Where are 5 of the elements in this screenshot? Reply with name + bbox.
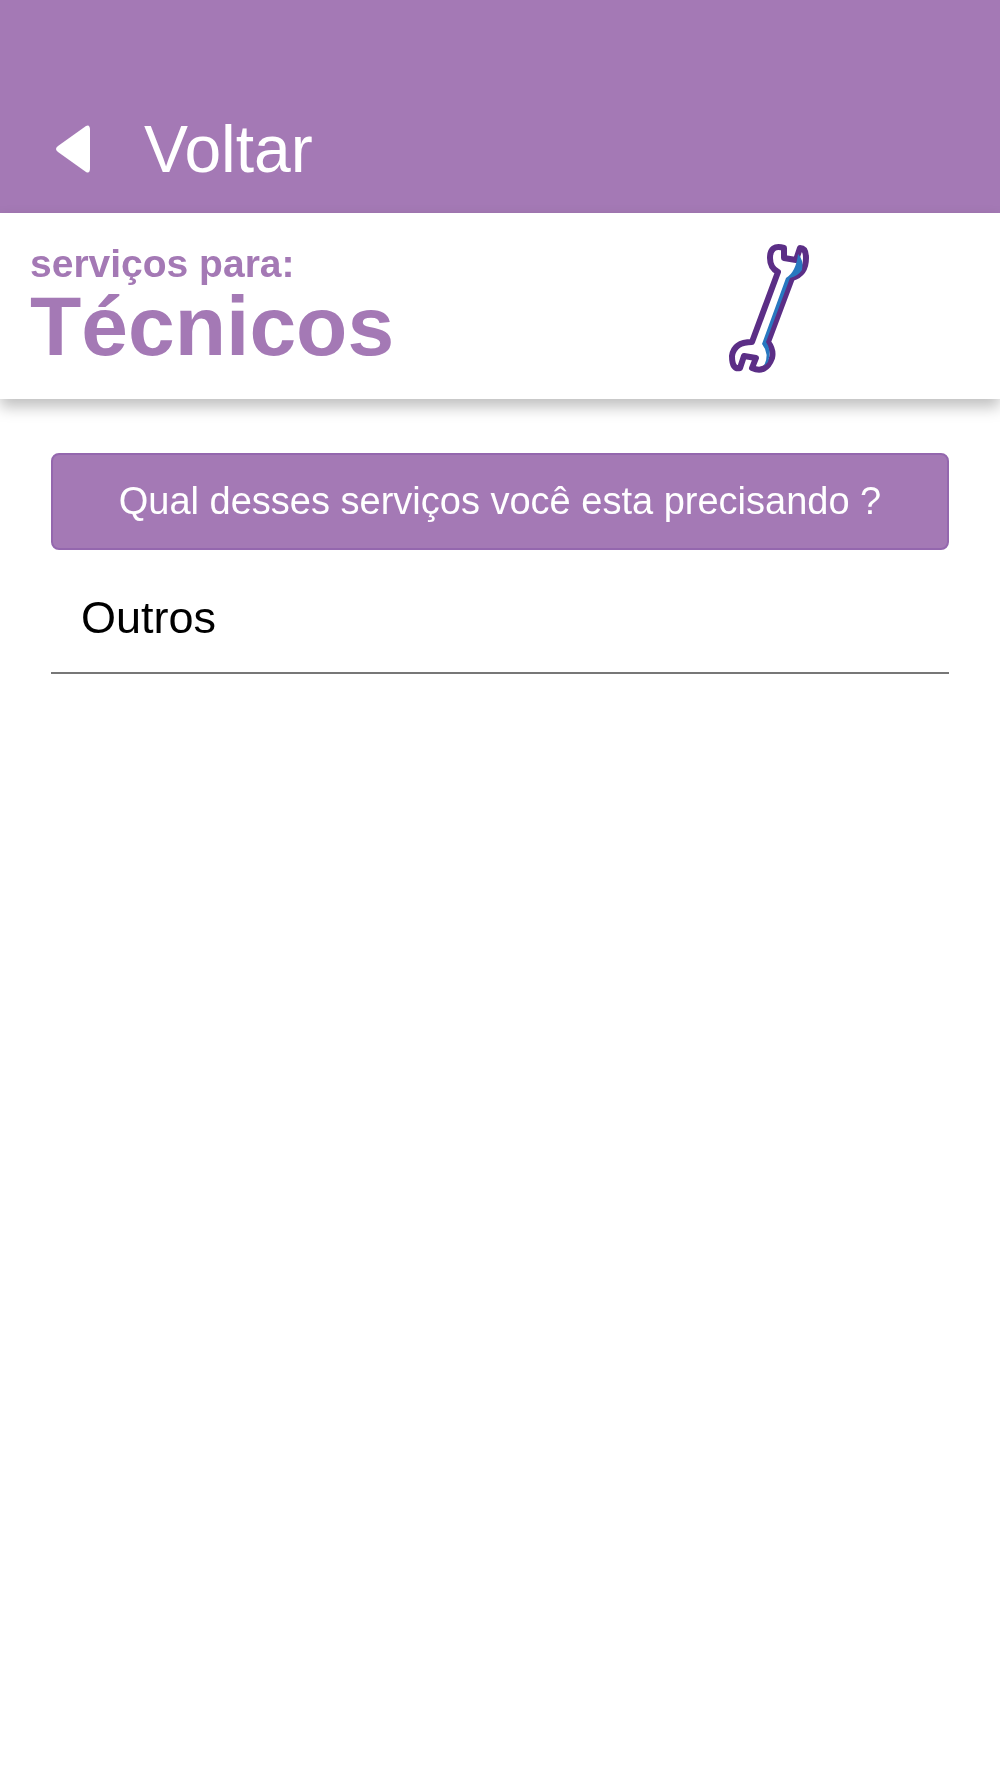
- header-subtitle: serviços para:: [30, 244, 296, 284]
- question-banner: Qual desses serviços você esta precisando ?: [51, 453, 949, 550]
- header-title: Técnicos: [30, 284, 395, 368]
- back-button[interactable]: Voltar: [54, 111, 313, 187]
- service-item[interactable]: Outros: [51, 550, 949, 674]
